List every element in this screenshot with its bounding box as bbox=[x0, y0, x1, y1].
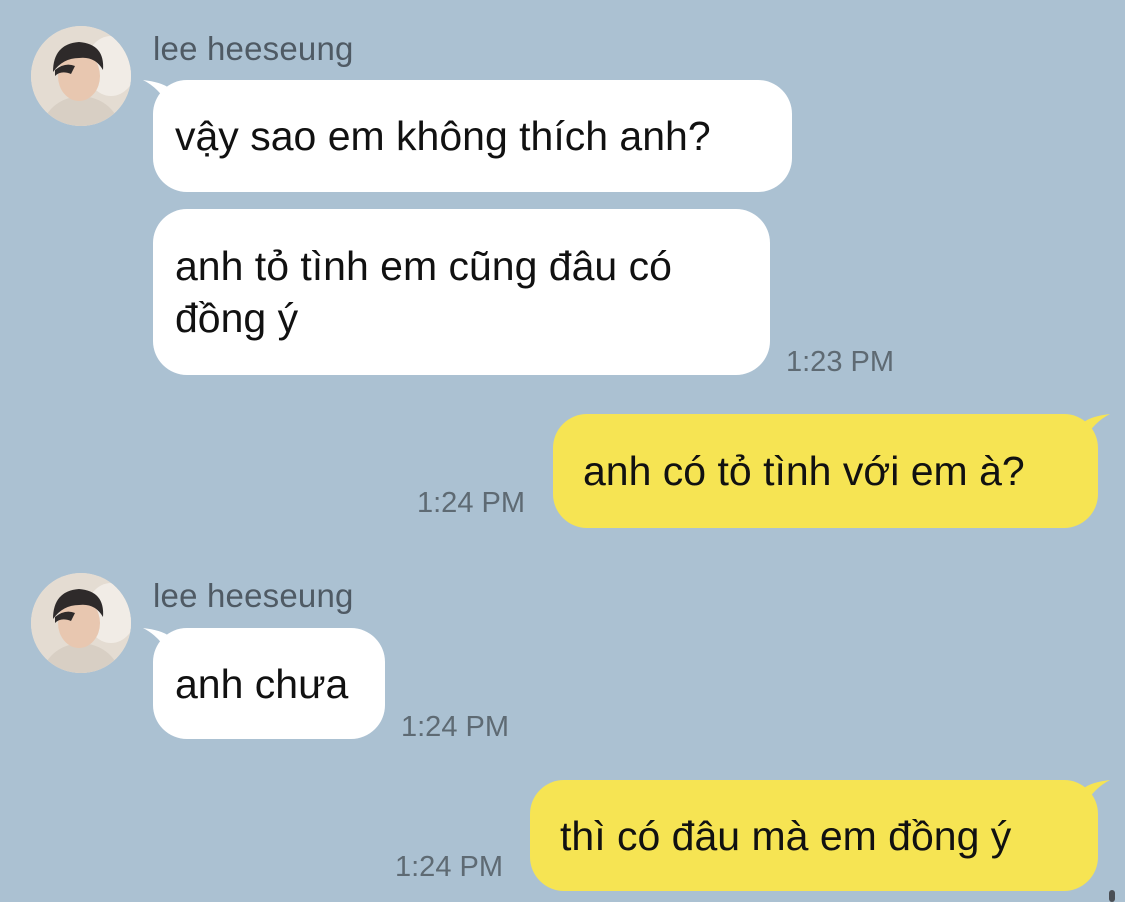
message-text: anh có tỏ tình với em à? bbox=[583, 448, 1025, 494]
message-time: 1:24 PM bbox=[395, 851, 503, 883]
message-time: 1:24 PM bbox=[401, 711, 509, 743]
message-text: anh chưa bbox=[175, 660, 349, 707]
message-time: 1:23 PM bbox=[786, 346, 894, 378]
sender-name: lee heeseung bbox=[153, 577, 354, 614]
message-time: 1:24 PM bbox=[417, 487, 525, 519]
bubble-tail bbox=[1084, 414, 1110, 440]
sender-name: lee heeseung bbox=[153, 30, 354, 67]
message-bubble[interactable]: vậy sao em không thích anh? bbox=[153, 80, 792, 192]
message-bubble[interactable]: thì có đâu mà em đồng ý bbox=[530, 780, 1098, 891]
message-bubble[interactable]: anh tỏ tình em cũng đâu có đồng ý bbox=[153, 209, 770, 375]
profile-photo-icon bbox=[31, 26, 131, 126]
avatar[interactable] bbox=[31, 26, 131, 126]
message-bubble[interactable]: anh có tỏ tình với em à? bbox=[553, 414, 1098, 528]
message-bubble[interactable]: anh chưa bbox=[153, 628, 385, 739]
message-text: vậy sao em không thích anh? bbox=[175, 113, 711, 159]
message-text: thì có đâu mà em đồng ý bbox=[560, 812, 1012, 859]
bubble-tail bbox=[1084, 780, 1110, 806]
avatar[interactable] bbox=[31, 573, 131, 673]
profile-photo-icon bbox=[31, 573, 131, 673]
message-text: anh tỏ tình em cũng đâu có đồng ý bbox=[175, 243, 672, 341]
scroll-indicator[interactable] bbox=[1109, 890, 1115, 902]
chat-view: lee heeseung vậy sao em không thích anh?… bbox=[0, 0, 1125, 902]
